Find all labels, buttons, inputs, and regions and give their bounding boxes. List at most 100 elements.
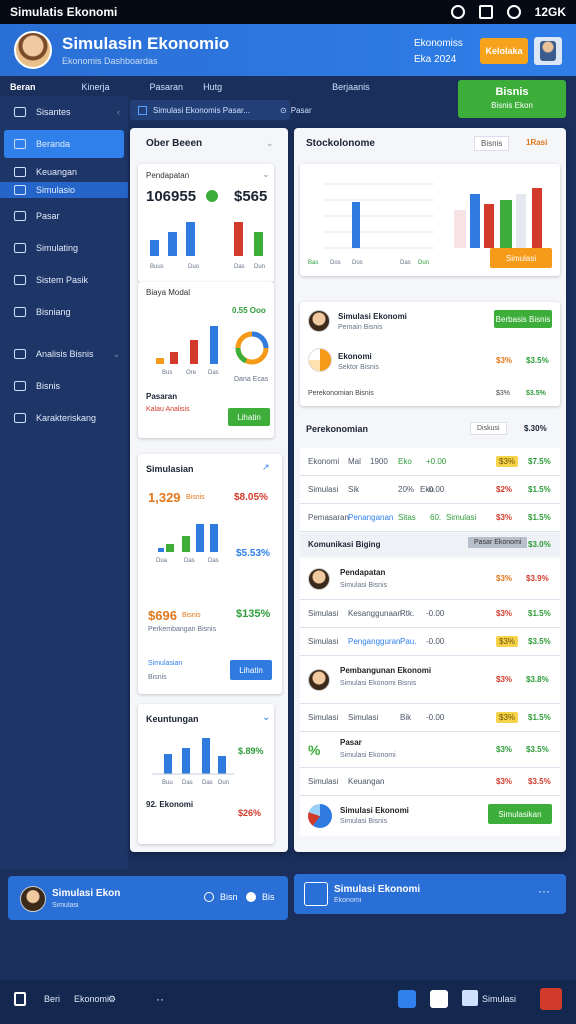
footer-c[interactable]: Simulasi — [482, 994, 516, 1004]
sidebar-item-pasar[interactable]: Pasar — [0, 202, 128, 230]
person-1-button[interactable]: Berbasis Bisnis — [494, 310, 552, 328]
row-cell: Simulasi — [348, 713, 379, 722]
person-4-pct-2: $3.8% — [526, 675, 549, 684]
bottom-left-b: Bis — [262, 892, 275, 902]
sidebar-item-sisantes[interactable]: Sisantes ‹ — [0, 98, 128, 126]
alert-icon[interactable] — [540, 988, 562, 1010]
search-input[interactable]: Simulasi Ekonomis Pasar... — [130, 100, 290, 120]
market-icon — [14, 211, 26, 221]
search-filter[interactable]: ⊙ Pasar — [280, 100, 340, 120]
simulation-bar-chart: Dua Das Das — [156, 524, 219, 564]
row-pct-2: $3.5% — [528, 777, 551, 786]
home-icon[interactable] — [14, 992, 26, 1006]
status-bar: Simulatis Ekonomi 12GK — [0, 0, 576, 24]
cta-sub: Bisnis Ekon — [491, 101, 533, 110]
camera-icon[interactable] — [430, 990, 448, 1008]
search-icon — [138, 105, 147, 115]
expand-icon[interactable]: ↗ — [262, 462, 270, 473]
row-pct: $3% — [496, 712, 519, 723]
person-avatar — [308, 668, 330, 691]
table-row[interactable]: Simulasi Sik 20% Eko -0.00 $2% $1.5% — [300, 476, 560, 504]
more-icon[interactable]: ··· — [538, 884, 550, 898]
status-title: Simulatis Ekonomi — [10, 5, 118, 19]
person-row[interactable]: Pembangunan Ekonomi Simulasi Ekonomi Bis… — [300, 656, 560, 704]
capital-tag: 0.55 Ooo — [232, 306, 266, 315]
cta-bisnis-button[interactable]: Bisnis Bisnis Ekon — [458, 80, 566, 118]
table-row[interactable]: Simulasi Pengangguran Pau. -0.00 $3% $3.… — [300, 628, 560, 656]
app-icon-1[interactable] — [398, 990, 416, 1008]
table-row[interactable]: Simulasi Keuangan $3% $3.5% — [300, 768, 560, 796]
chevron-down-icon[interactable]: ⌄ — [262, 712, 270, 723]
simulation-value-1-label: Bisnis — [186, 494, 205, 501]
row-pct-2: $7.5% — [528, 457, 551, 466]
table-row[interactable]: Ekonomi Mal 1900 Eko +0.00 $3% $7.5% — [300, 448, 560, 476]
sidebar-item-keuangan[interactable]: Keuangan — [0, 162, 128, 182]
right-chip-1[interactable]: Bisnis — [474, 136, 510, 151]
left-panel: Ober Beeen ⌄ Pendapatan ⌄ 106955 $565 Bu… — [130, 128, 288, 852]
sidebar-label: Analisis Bisnis — [36, 349, 94, 359]
bottom-card-left[interactable]: Simulasi Ekon Simulasi Bisn Bis — [8, 876, 288, 920]
row-cell: Simulasi — [308, 637, 339, 646]
chevron-down-icon[interactable]: ⌄ — [266, 138, 274, 149]
tab-beranda[interactable]: Beran — [0, 82, 46, 92]
more-icon[interactable]: ·· — [156, 992, 164, 1006]
summary-v1: $3% — [496, 390, 511, 397]
sidebar-item-simulating[interactable]: Simulating — [0, 234, 128, 262]
simulate-now-button[interactable]: Simulasikan — [488, 804, 552, 824]
simulation-value-1: 1,329 — [148, 490, 181, 505]
tab-hutg[interactable]: Hutg — [193, 82, 232, 92]
row-cell: -0.00 — [426, 609, 445, 618]
row-pct-2: $1.5% — [528, 485, 551, 494]
section-2-chip-1[interactable]: Diskusi — [470, 422, 507, 435]
sidebar-label: Bisnis — [36, 381, 61, 391]
profile-icon[interactable] — [534, 37, 562, 65]
sidebar-label: Pasar — [36, 211, 60, 221]
simulation-link[interactable]: Simulasian — [148, 660, 182, 667]
table-row[interactable]: Simulasi Simulasi Bik -0.00 $3% $1.5% — [300, 704, 560, 732]
section-3-chip[interactable]: Pasar Ekonomi — [468, 537, 528, 548]
bottom-left-a: Bisn — [220, 892, 238, 902]
person-3-pct-1: $3% — [496, 574, 513, 583]
section-3-title: Komunikasi Biging — [308, 540, 381, 549]
header-action-button[interactable]: Kelolaka — [480, 38, 528, 64]
user-avatar[interactable] — [14, 31, 52, 69]
pie-icon — [308, 348, 332, 372]
chart-icon[interactable] — [462, 990, 478, 1006]
svg-text:Bus: Bus — [162, 370, 172, 376]
sidebar-item-bisniang[interactable]: Bisniang — [0, 298, 128, 326]
settings-icon[interactable]: ⚙ — [108, 994, 116, 1005]
person-row[interactable]: % Pasar Simulasi Ekonomi $3% $3.5% — [300, 732, 560, 768]
sidebar-item-beranda[interactable]: Beranda — [4, 130, 124, 158]
search-placeholder: Simulasi Ekonomis Pasar... — [153, 105, 250, 115]
revenue-value-2: $565 — [234, 188, 268, 205]
sidebar-item-sistem-pasik[interactable]: Sistem Pasik — [0, 266, 128, 294]
capital-card: Biaya Modal 0.55 Ooo Bus Ore Das Dana Ec… — [138, 282, 274, 438]
chart-icon — [304, 882, 328, 906]
footer-a[interactable]: Beri — [44, 994, 60, 1004]
person-6-name: Simulasi Ekonomi — [340, 806, 409, 815]
sidebar-label: Sistem Pasik — [36, 275, 89, 285]
svg-text:Das: Das — [208, 370, 219, 376]
person-row[interactable]: Pendapatan Simulasi Bisnis $3% $3.9% — [300, 558, 560, 600]
simulate-button[interactable]: Simulasi — [490, 248, 552, 268]
chevron-down-icon[interactable]: ⌄ — [262, 169, 270, 180]
sidebar-item-karakteriskang[interactable]: Karakteriskang — [0, 404, 128, 432]
capital-view-button[interactable]: Lihatin — [228, 408, 270, 426]
row-cell: Simulasi — [308, 713, 339, 722]
bottom-card-right[interactable]: Simulasi Ekonomi Ekonomi ··· — [294, 874, 566, 914]
person-row[interactable]: Simulasi Ekonomi Simulasi Bisnis Simulas… — [300, 796, 560, 836]
revenue-card: Pendapatan ⌄ 106955 $565 Buus Duo Das Du… — [138, 164, 274, 282]
simulation-view-button[interactable]: Lihatin — [230, 660, 272, 680]
row-pct: $2% — [496, 485, 513, 494]
tab-pasaran[interactable]: Pasaran — [140, 82, 194, 92]
sidebar-item-simulasio[interactable]: Simulasio — [0, 182, 128, 198]
tab-berjaanis[interactable]: Berjaanis — [322, 82, 380, 92]
table-row[interactable]: Pemasaran Penanganan Sitas 60. Simulasi … — [300, 504, 560, 532]
sidebar-item-bisnis[interactable]: Bisnis — [0, 372, 128, 400]
footer-b[interactable]: Ekonomi — [74, 994, 109, 1004]
table-row[interactable]: Simulasi Kesanggunaan Rtk. -0.00 $3% $1.… — [300, 600, 560, 628]
tab-kinerja[interactable]: Kinerja — [72, 82, 120, 92]
app-header: Simulasin Ekonomio Ekonomis Dashboardas … — [0, 24, 576, 76]
sidebar-item-analisis-bisnis[interactable]: Analisis Bisnis ⌄ — [0, 340, 128, 368]
home-icon — [14, 139, 26, 149]
